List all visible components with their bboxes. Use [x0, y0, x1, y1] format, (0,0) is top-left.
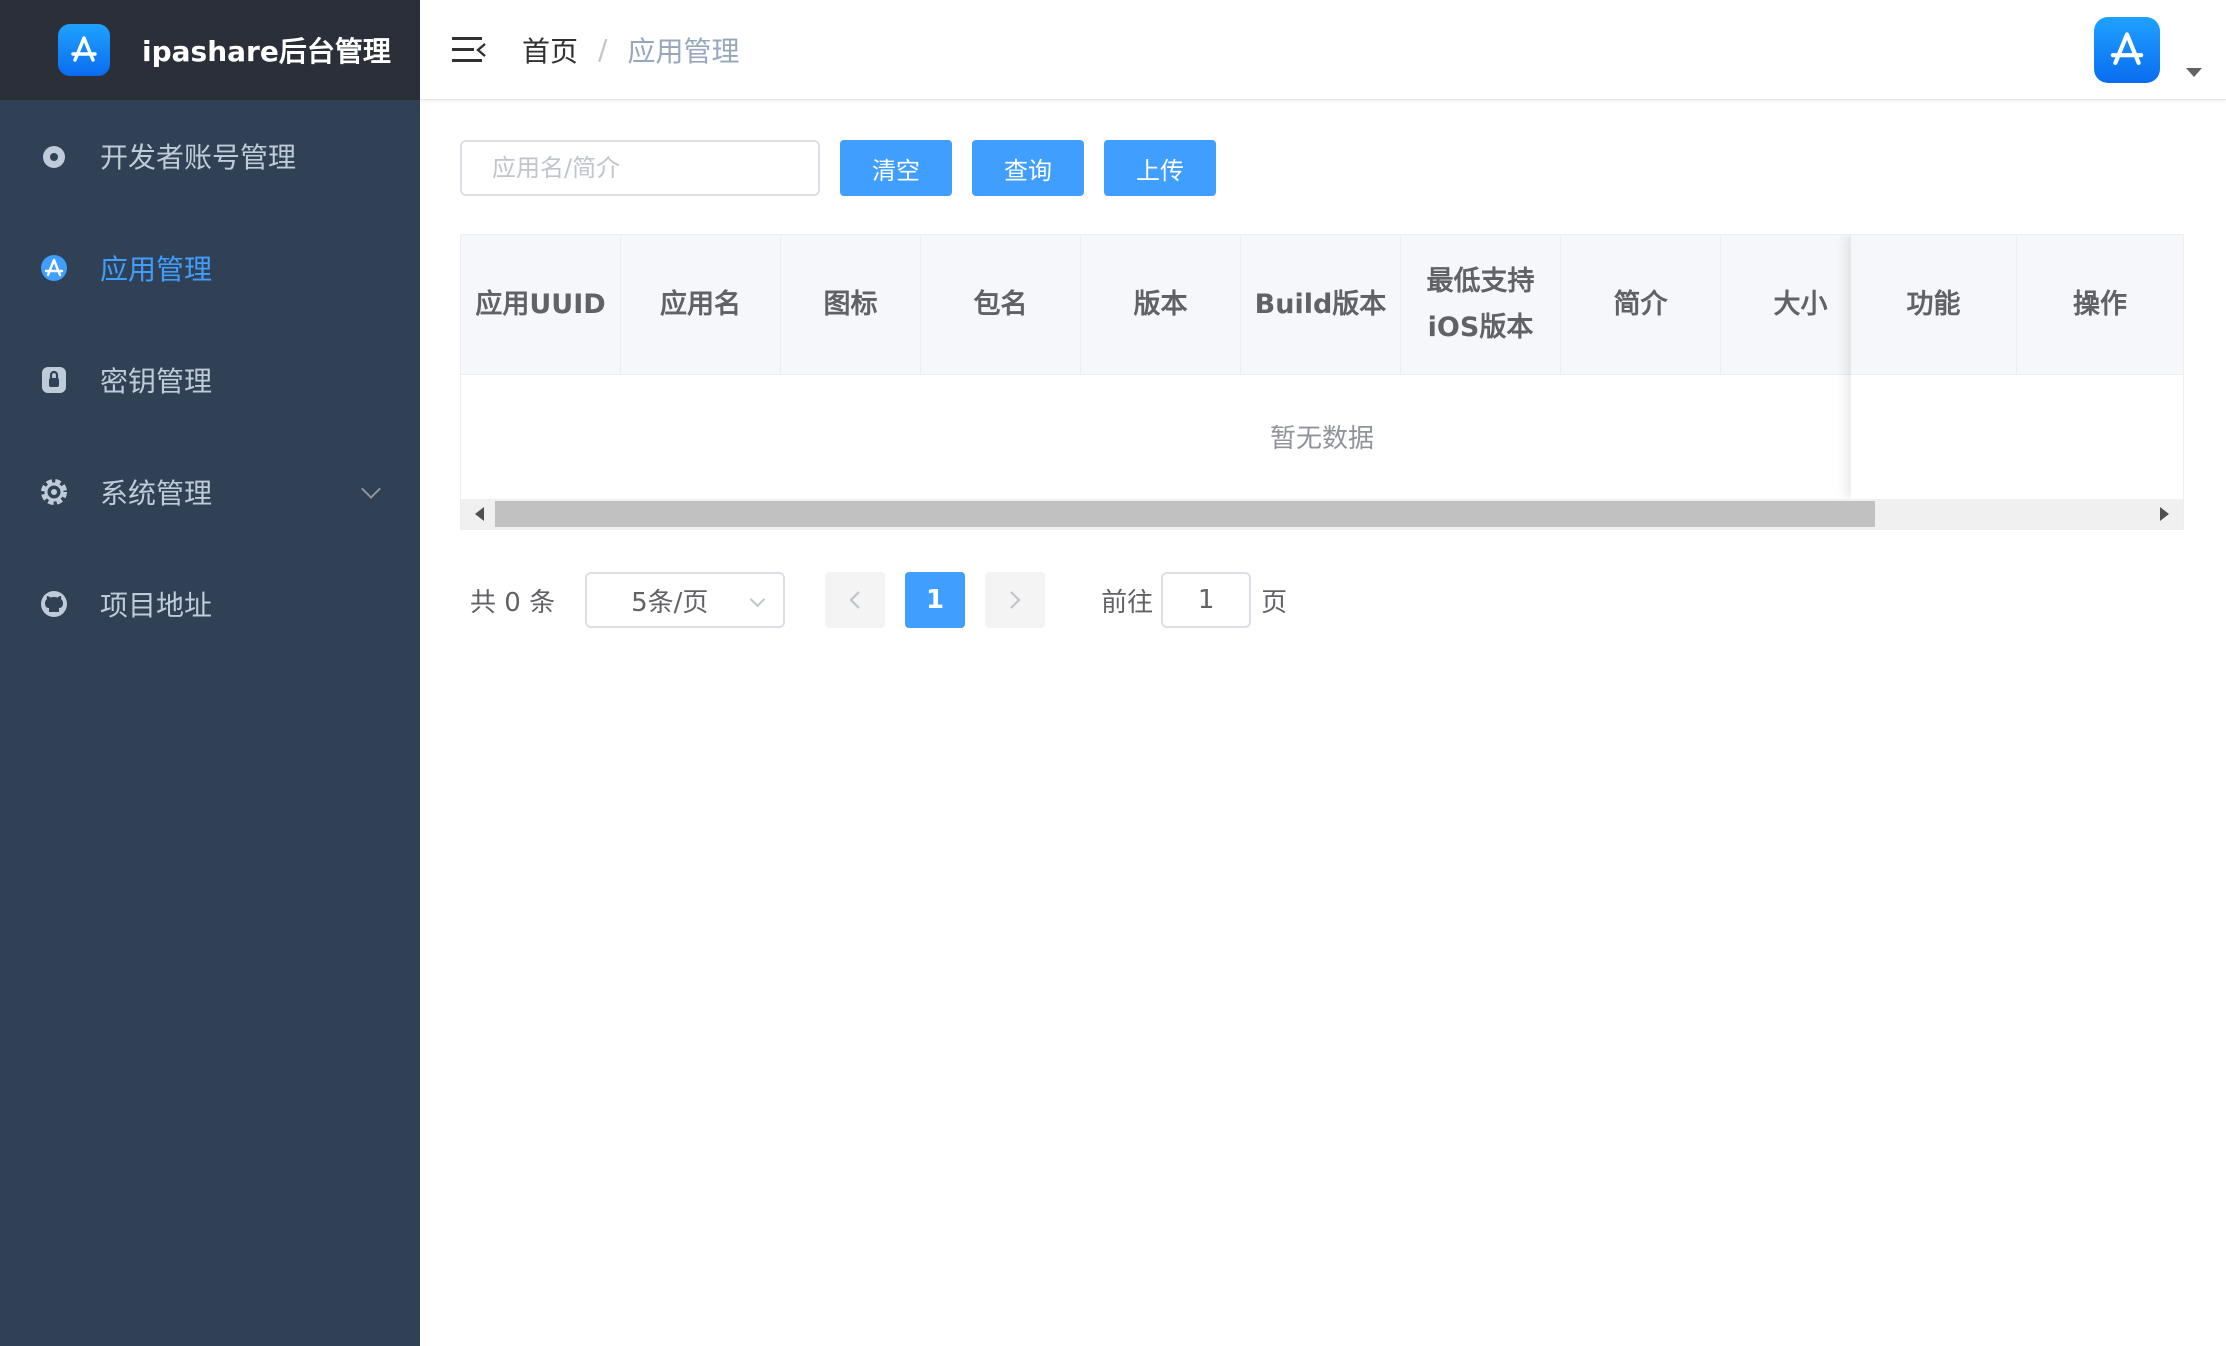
column-header: 版本 [1081, 235, 1241, 374]
app-title: ipashare后台管理 [142, 35, 391, 68]
column-header: 图标 [781, 235, 921, 374]
app-store-icon [40, 254, 68, 282]
column-header: 包名 [921, 235, 1081, 374]
column-header: 最低支持iOS版本 [1401, 235, 1561, 374]
sidebar-item-developer-accounts[interactable]: 开发者账号管理 [0, 100, 420, 212]
topbar: 首页 / 应用管理 [420, 0, 2226, 100]
sidebar-item-label: 应用管理 [100, 253, 213, 286]
page-number[interactable]: 1 [905, 572, 966, 628]
sidebar-item-label: 开发者账号管理 [100, 141, 297, 174]
apple-icon [40, 142, 68, 170]
sidebar-item-project-url[interactable]: 项目地址 [0, 548, 420, 660]
horizontal-scrollbar[interactable] [461, 499, 2183, 529]
sidebar-item-label: 项目地址 [100, 589, 213, 622]
column-header: 简介 [1561, 235, 1721, 374]
sidebar: ipashare后台管理 开发者账号管理 应用管理 密钥管理 系统管理 项目地址 [0, 0, 420, 1346]
scroll-right-arrow-icon[interactable] [2160, 507, 2169, 521]
upload-button[interactable]: 上传 [1104, 140, 1216, 196]
column-header: 应用名 [621, 235, 781, 374]
chevron-down-icon [361, 479, 381, 499]
sidebar-item-app-management[interactable]: 应用管理 [0, 212, 420, 324]
sidebar-item-label: 系统管理 [100, 477, 213, 510]
app-store-icon [58, 24, 110, 76]
table-header: 功能 操作 [1851, 235, 2183, 375]
scrollbar-thumb[interactable] [495, 501, 1875, 527]
breadcrumb-home[interactable]: 首页 [522, 30, 578, 70]
pagination-total: 共 0 条 [470, 587, 556, 618]
column-header: 操作 [2073, 288, 2127, 320]
column-header: 应用UUID [461, 235, 621, 374]
goto-label: 前往 [1101, 587, 1154, 618]
sidebar-header: ipashare后台管理 [0, 0, 420, 100]
breadcrumb: 首页 / 应用管理 [522, 30, 739, 70]
breadcrumb-separator: / [598, 33, 608, 66]
lock-icon [40, 366, 68, 394]
prev-page-button[interactable] [825, 572, 886, 628]
page-size-value: 5条/页 [631, 587, 709, 618]
sidebar-item-key-management[interactable]: 密钥管理 [0, 324, 420, 436]
filter-bar: 清空 查询 上传 [460, 140, 1216, 196]
search-input[interactable] [460, 140, 820, 196]
breadcrumb-current: 应用管理 [627, 34, 740, 68]
avatar[interactable] [2094, 17, 2160, 83]
chevron-down-icon [749, 591, 766, 608]
pagination: 共 0 条 5条/页 1 前往 页 [470, 572, 1287, 628]
main-content: 清空 查询 上传 应用UUID 应用名 图标 包名 版本 Build版本 最低支… [420, 100, 2226, 1346]
app-store-icon [2110, 32, 2144, 66]
sidebar-item-system-management[interactable]: 系统管理 [0, 436, 420, 548]
next-page-button[interactable] [985, 572, 1046, 628]
sidebar-item-label: 密钥管理 [100, 365, 213, 398]
chevron-left-icon [849, 591, 860, 609]
query-button[interactable]: 查询 [972, 140, 1084, 196]
scroll-left-arrow-icon[interactable] [475, 507, 484, 521]
column-header: 功能 [1851, 235, 2017, 374]
clear-button[interactable]: 清空 [840, 140, 952, 196]
table-fixed-right-columns: 功能 操作 [1851, 235, 2183, 499]
gear-icon [40, 478, 68, 506]
page-size-select[interactable]: 5条/页 [585, 572, 786, 628]
app-table: 应用UUID 应用名 图标 包名 版本 Build版本 最低支持iOS版本 简介… [460, 234, 2184, 530]
github-icon [40, 590, 68, 618]
goto-suffix: 页 [1261, 587, 1288, 618]
chevron-right-icon [1010, 591, 1021, 609]
goto-page-input[interactable] [1161, 572, 1252, 628]
column-header: Build版本 [1241, 235, 1401, 374]
hamburger-menu-icon[interactable] [452, 35, 486, 65]
caret-down-icon[interactable] [2186, 68, 2202, 77]
